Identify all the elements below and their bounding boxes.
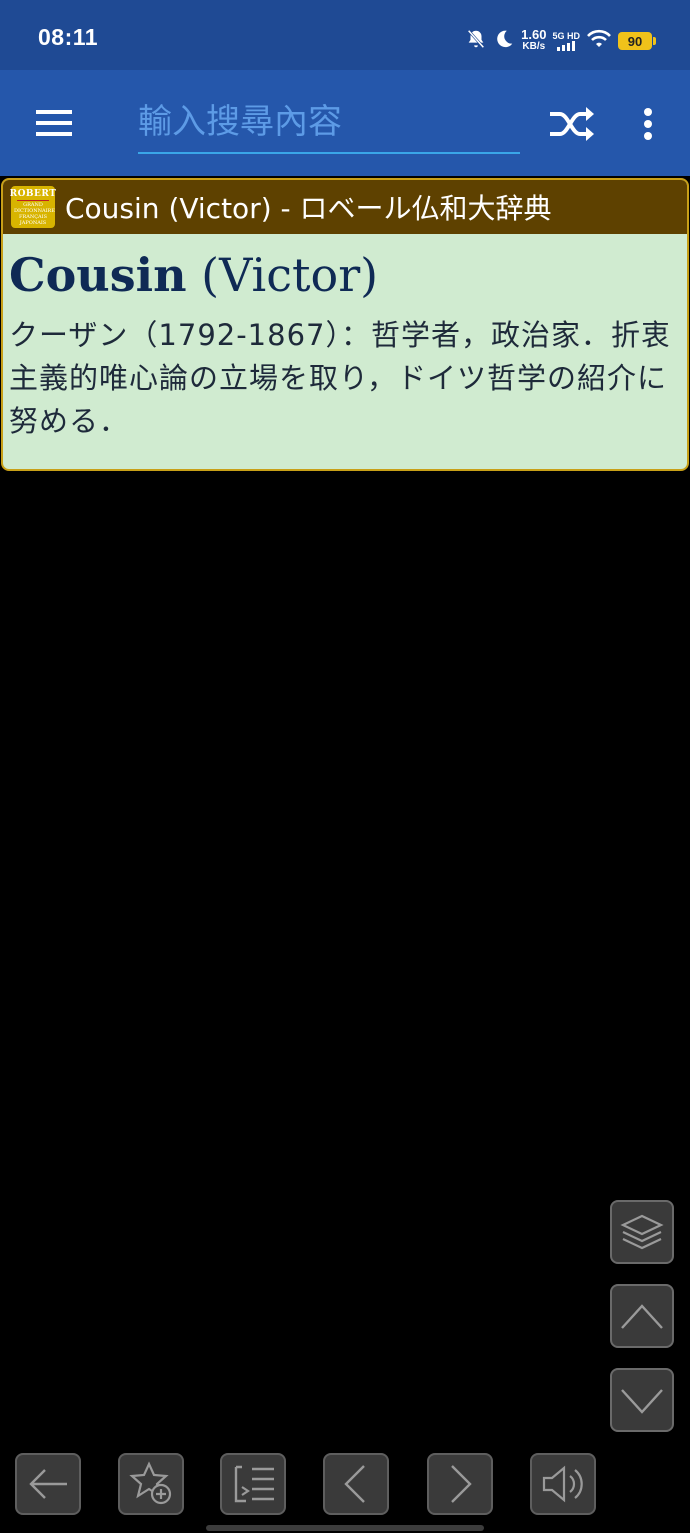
search-field[interactable]: [138, 94, 520, 154]
search-input[interactable]: [138, 94, 520, 150]
chevron-down-icon: [621, 1389, 663, 1414]
signal-bars-icon: [557, 41, 576, 51]
add-favorite-button[interactable]: [118, 1453, 184, 1515]
hamburger-icon: [36, 110, 72, 136]
dictionary-title: Cousin (Victor) - ロベール仏和大辞典: [65, 192, 552, 225]
chevron-up-icon: [621, 1304, 663, 1329]
entry-card: ROBERT GRAND DICTIONNAIRE FRANÇAIS JAPON…: [1, 178, 689, 471]
arrow-left-icon: [29, 1469, 67, 1499]
home-indicator[interactable]: [206, 1525, 484, 1531]
random-entry-button[interactable]: [546, 102, 596, 146]
battery-indicator: 90: [618, 32, 656, 50]
layers-icon: [620, 1214, 664, 1250]
back-button[interactable]: [15, 1453, 81, 1515]
next-entry-button[interactable]: [427, 1453, 493, 1515]
cellular-signal: 5G HD: [552, 31, 580, 51]
app-bar: [0, 70, 690, 176]
previous-entry-button[interactable]: [323, 1453, 389, 1515]
entry-card-header[interactable]: ROBERT GRAND DICTIONNAIRE FRANÇAIS JAPON…: [3, 180, 687, 234]
status-time: 08:11: [38, 24, 99, 50]
chevron-left-icon: [344, 1465, 365, 1503]
star-add-icon: [129, 1461, 172, 1505]
dictionary-logo-icon: ROBERT GRAND DICTIONNAIRE FRANÇAIS JAPON…: [10, 186, 56, 228]
status-bar: 08:11 1.60 KB/s 5G HD 90: [0, 0, 690, 70]
pronounce-button[interactable]: [530, 1453, 596, 1515]
entry-card-body: Cousin (Victor) クーザン（1792-1867）：哲学者，政治家．…: [3, 234, 687, 443]
menu-button[interactable]: [30, 102, 78, 144]
more-options-button[interactable]: [636, 102, 660, 146]
network-speed: 1.60 KB/s: [521, 27, 547, 52]
more-vert-icon: [644, 108, 652, 140]
definition-text: クーザン（1792-1867）：哲学者，政治家．折衷主義的唯心論の立場を取り，ド…: [9, 318, 671, 438]
speaker-icon: [542, 1465, 583, 1503]
moon-icon: [493, 28, 515, 54]
chevron-right-icon: [451, 1465, 472, 1503]
entry-list-button[interactable]: [220, 1453, 286, 1515]
shuffle-icon: [550, 107, 594, 141]
wifi-icon: [586, 29, 612, 53]
scroll-up-button[interactable]: [610, 1284, 674, 1348]
bell-muted-icon: [465, 28, 487, 54]
headword: Cousin (Victor): [9, 248, 379, 302]
scroll-down-button[interactable]: [610, 1368, 674, 1432]
status-icons: 1.60 KB/s 5G HD 90: [465, 26, 656, 56]
layers-button[interactable]: [610, 1200, 674, 1264]
list-icon: [234, 1465, 274, 1503]
